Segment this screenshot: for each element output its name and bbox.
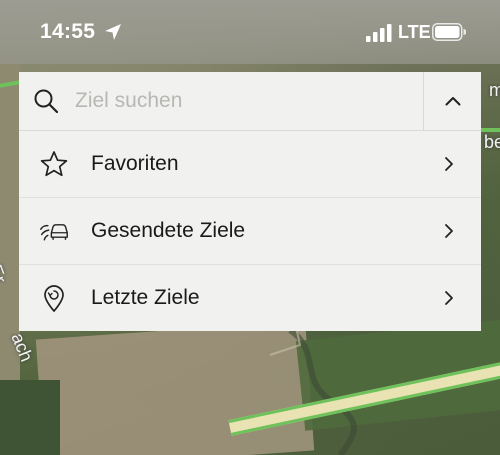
history-pin-icon xyxy=(39,283,69,313)
chevron-right-icon xyxy=(445,157,453,171)
menu-item-label: Gesendete Ziele xyxy=(91,219,246,242)
location-arrow-icon xyxy=(105,24,121,40)
chevron-right-icon xyxy=(445,291,453,305)
chevron-right-icon xyxy=(445,224,453,238)
menu-item-sent-destinations[interactable]: Gesendete Ziele xyxy=(19,197,481,264)
destination-menu: Favoriten Gesendete Ziele Letzte Ziele xyxy=(19,131,481,331)
chevron-up-icon xyxy=(445,97,460,106)
status-bar: 14:55 LTE xyxy=(0,0,500,64)
menu-item-favorites[interactable]: Favoriten xyxy=(19,131,481,197)
destination-panel: Favoriten Gesendete Ziele xyxy=(19,72,481,331)
sent-car-icon xyxy=(39,216,69,246)
search-icon xyxy=(34,89,59,114)
network-type: LTE xyxy=(398,22,431,42)
battery-icon xyxy=(432,23,466,41)
star-icon xyxy=(39,149,69,179)
status-time: 14:55 xyxy=(40,20,96,43)
collapse-button[interactable] xyxy=(423,72,481,130)
map-place-label: bel xyxy=(483,132,500,152)
map-place-label: m xyxy=(489,80,500,100)
search-input[interactable] xyxy=(75,81,375,121)
menu-item-label: Favoriten xyxy=(91,152,179,175)
menu-item-recent-destinations[interactable]: Letzte Ziele xyxy=(19,264,481,331)
menu-item-label: Letzte Ziele xyxy=(91,286,200,309)
search-bar xyxy=(19,72,481,131)
cellular-signal-icon xyxy=(366,24,392,42)
